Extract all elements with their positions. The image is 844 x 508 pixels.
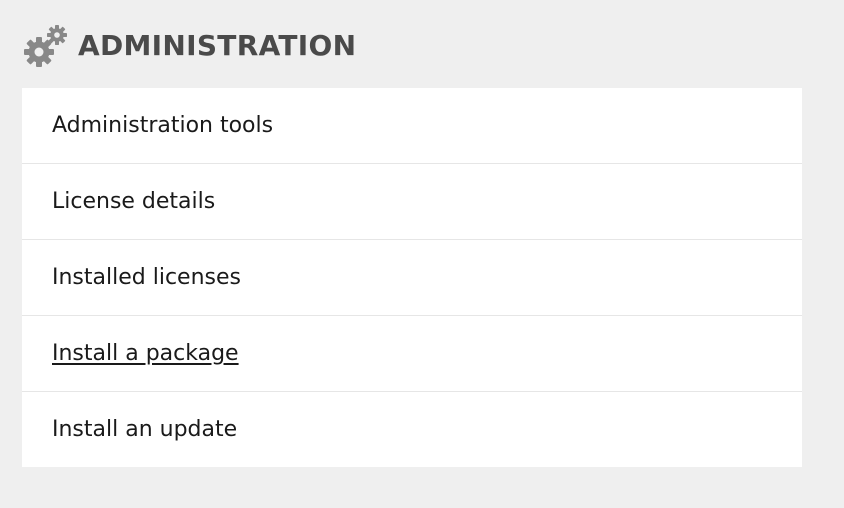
menu-item-label[interactable]: License details — [52, 189, 215, 214]
section-header: ADMINISTRATION — [22, 22, 356, 70]
menu-item-license-details[interactable]: License details — [22, 164, 802, 240]
menu-item-administration-tools[interactable]: Administration tools — [22, 88, 802, 164]
menu-item-install-package[interactable]: Install a package — [22, 316, 802, 392]
section-title: ADMINISTRATION — [78, 29, 357, 62]
admin-menu: Administration tools License details Ins… — [22, 88, 802, 467]
menu-item-label[interactable]: Install an update — [52, 417, 237, 442]
menu-item-label[interactable]: Installed licenses — [52, 265, 241, 290]
gears-icon — [24, 25, 67, 67]
menu-item-installed-licenses[interactable]: Installed licenses — [22, 240, 802, 316]
menu-item-label[interactable]: Administration tools — [52, 113, 273, 138]
menu-item-install-update[interactable]: Install an update — [22, 392, 802, 467]
menu-item-label[interactable]: Install a package — [52, 341, 239, 366]
